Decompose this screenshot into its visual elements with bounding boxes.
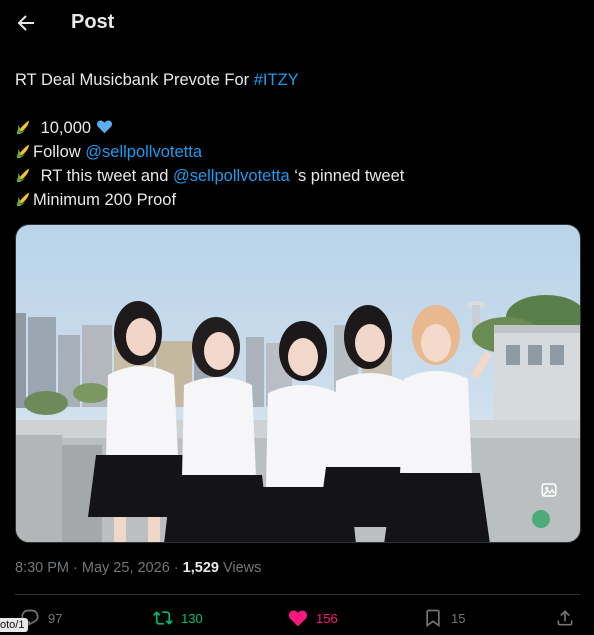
arrow-left-icon[interactable] bbox=[14, 11, 38, 35]
reply-count: 97 bbox=[48, 610, 63, 626]
corn-emoji-icon bbox=[16, 192, 29, 207]
tweet-line-2: 10,000 bbox=[15, 116, 580, 140]
tweet-line-4: RT this tweet and @sellpollvotetta ‘s pi… bbox=[15, 164, 580, 188]
hashtag-link[interactable]: #ITZY bbox=[254, 71, 299, 89]
views-label: Views bbox=[218, 560, 262, 576]
blue-heart-emoji-icon bbox=[96, 120, 112, 134]
divider bbox=[15, 594, 580, 595]
tweet-line-3: Follow @sellpollvotetta bbox=[15, 140, 580, 164]
check-badge-icon bbox=[532, 510, 550, 528]
tweet-time[interactable]: 8:30 PM bbox=[15, 560, 69, 576]
corn-emoji-icon bbox=[16, 120, 29, 135]
share-icon bbox=[557, 610, 573, 626]
like-button[interactable]: 156 bbox=[288, 608, 338, 628]
tweet-line-5: Minimum 200 Proof bbox=[15, 188, 580, 212]
tweet-line-2-text: 10,000 bbox=[36, 119, 96, 137]
bookmark-button[interactable]: 15 bbox=[423, 608, 465, 628]
tweet-photo[interactable] bbox=[15, 224, 581, 543]
tweet-line-3-text: Follow bbox=[33, 143, 86, 161]
repost-count: 130 bbox=[181, 610, 203, 626]
mention-link[interactable]: @sellpollvotetta bbox=[85, 143, 202, 161]
top-bar: Post bbox=[0, 0, 594, 46]
action-bar: 97 130 156 15 bbox=[0, 604, 594, 634]
image-alt-icon[interactable] bbox=[540, 481, 558, 499]
repost-button[interactable]: 130 bbox=[153, 608, 203, 628]
corn-emoji-icon bbox=[16, 144, 29, 159]
side-label: oto/1 bbox=[0, 618, 29, 632]
meta-separator: · bbox=[169, 560, 183, 576]
tweet-line-4-text: RT this tweet and bbox=[36, 167, 173, 185]
bookmark-icon bbox=[426, 609, 440, 628]
tweet-text: RT Deal Musicbank Prevote For #ITZY 10,0… bbox=[15, 68, 580, 212]
corn-emoji-icon bbox=[16, 168, 29, 183]
bookmark-count: 15 bbox=[451, 610, 466, 626]
tweet-line-4-suffix: ‘s pinned tweet bbox=[289, 167, 405, 185]
tweet-line-1: RT Deal Musicbank Prevote For #ITZY bbox=[15, 68, 580, 92]
meta-separator: · bbox=[69, 560, 82, 576]
share-button[interactable] bbox=[555, 608, 583, 628]
heart-icon bbox=[288, 610, 308, 627]
tweet-date[interactable]: May 25, 2026 bbox=[82, 560, 170, 576]
mention-link[interactable]: @sellpollvotetta bbox=[173, 167, 290, 185]
tweet-line-5-text: Minimum 200 Proof bbox=[33, 191, 177, 209]
repost-icon bbox=[153, 611, 173, 625]
like-count: 156 bbox=[316, 610, 338, 626]
tweet-line-1-text: RT Deal Musicbank Prevote For bbox=[15, 71, 254, 89]
views-count: 1,529 bbox=[182, 560, 219, 576]
tweet-meta: 8:30 PM · May 25, 2026 · 1,529 Views bbox=[15, 560, 261, 576]
photo-illustration bbox=[16, 225, 580, 542]
page-title: Post bbox=[71, 11, 115, 33]
